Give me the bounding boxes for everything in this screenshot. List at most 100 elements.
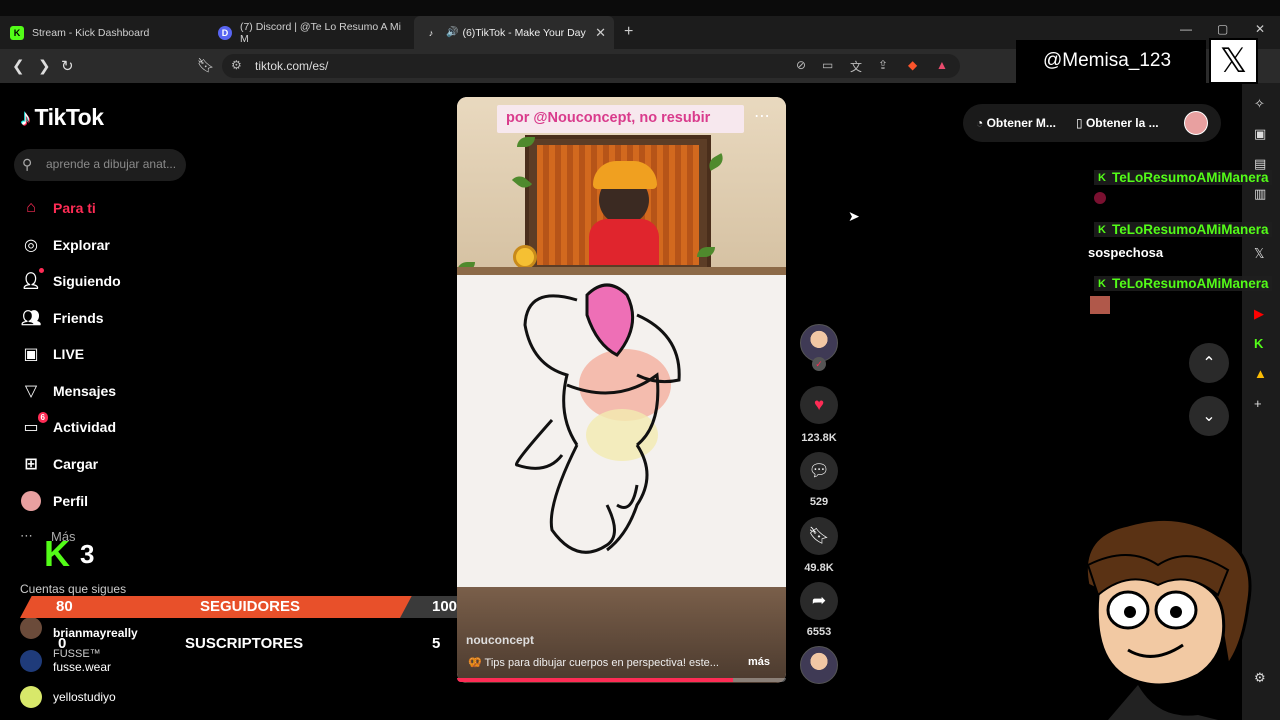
messages-icon: ▽ (24, 383, 38, 400)
tracking-icon[interactable]: ⊘ (796, 58, 806, 72)
home-icon: ⌂ (26, 199, 36, 216)
save-button[interactable]: 🔖︎ (800, 517, 838, 555)
search-input[interactable] (46, 157, 182, 171)
close-tab-icon[interactable]: ✕ (595, 25, 606, 41)
forward-button[interactable]: ❯ (38, 57, 51, 75)
media-icon[interactable]: ▣ (1254, 126, 1266, 142)
like-count: 123.8K (801, 432, 837, 444)
window-background (537, 145, 699, 265)
avatar (21, 491, 41, 511)
drive-icon[interactable]: ▲ (1254, 366, 1267, 381)
nav-explorar[interactable]: ◎ Explorar (20, 232, 110, 258)
person-shirt (589, 219, 659, 265)
following-item[interactable]: yellostudiyo (20, 686, 116, 708)
add-sidebar-icon[interactable]: + (1254, 396, 1262, 411)
followers-goal: 100 (432, 598, 458, 615)
kick-sidebar-icon[interactable]: K (1254, 336, 1263, 351)
tab-kick[interactable]: K Stream - Kick Dashboard (0, 16, 205, 49)
discord-favicon-icon: D (218, 25, 232, 40)
window-sill (457, 267, 786, 275)
reading-list-icon[interactable]: ▥ (1254, 186, 1266, 202)
video-author[interactable]: nouconcept (466, 633, 534, 647)
window-frame (525, 135, 711, 273)
chat-username-text: TeLoResumoAMiManera (1111, 276, 1269, 291)
mouse-cursor-icon: ➤ (848, 208, 860, 224)
kick-badge-icon: K (1098, 277, 1106, 290)
video-player[interactable] (457, 97, 786, 683)
nav-label: Siguiendo (53, 273, 121, 289)
avatar (20, 650, 42, 672)
search-icon[interactable]: ⚲ (22, 156, 32, 173)
site-info-icon[interactable]: ⚙ (231, 58, 242, 72)
nav-label: Mensajes (53, 383, 117, 399)
close-window-button[interactable]: ✕ (1255, 22, 1265, 36)
person-hat (593, 161, 657, 189)
tab-tiktok[interactable]: ♪ 🔊 (6)TikTok - Make Your Day ✕ (414, 16, 614, 49)
social-handle: @Memisa_123 (1043, 50, 1172, 71)
nav-label: Explorar (53, 237, 110, 253)
back-button[interactable]: ❮ (12, 57, 25, 75)
bookmark-icon: 🔖︎ (808, 526, 830, 545)
next-video-button[interactable]: ⌄ (1189, 396, 1229, 436)
share-count: 6553 (806, 626, 832, 638)
brave-rewards-icon[interactable]: ▲ (936, 58, 948, 72)
followers-current: 80 (56, 598, 73, 615)
title-bar (0, 0, 1280, 16)
streamer-cartoon-avatar (1084, 517, 1252, 720)
minimize-button[interactable]: — (1180, 22, 1192, 36)
translate-icon[interactable]: 文 (850, 58, 862, 75)
nav-live[interactable]: ▣ LIVE (20, 341, 84, 367)
previous-video-button[interactable]: ⌃ (1189, 343, 1229, 383)
nav-label: Perfil (53, 493, 89, 509)
nav-label: Friends (53, 310, 104, 326)
sound-avatar[interactable] (800, 646, 838, 684)
video-options-icon[interactable]: ⋯ (754, 106, 770, 126)
maximize-button[interactable]: ▢ (1217, 22, 1228, 36)
ellipsis-icon: ⋯ (20, 528, 33, 543)
get-coins-button[interactable]: ◔ Obtener M... (976, 116, 1056, 130)
avatar (20, 617, 42, 639)
logo-text: TikTok (34, 104, 105, 130)
video-more-link[interactable]: más (748, 656, 770, 668)
nav-label: LIVE (53, 346, 85, 362)
leo-icon[interactable]: ✧ (1254, 96, 1265, 112)
save-count: 49.8K (804, 562, 834, 574)
cast-icon[interactable]: ▭ (822, 58, 833, 72)
get-app-button[interactable]: ▯ Obtener la ... (1076, 116, 1159, 130)
video-caption: por @Nouconcept, no resubir (506, 110, 711, 126)
following-handle: fusse.wear (53, 660, 112, 674)
comment-icon: 💬︎ (808, 461, 830, 480)
nav-cargar[interactable]: ⊞ Cargar (20, 451, 98, 477)
like-button[interactable]: ♥ (800, 386, 838, 424)
video-description: 🥨 Tips para dibujar cuerpos en perspecti… (468, 657, 719, 669)
chat-emote (1090, 296, 1110, 314)
following-item[interactable]: brianmayreally (20, 616, 138, 640)
nav-perfil[interactable]: Perfil (20, 488, 88, 514)
upload-icon: ⊞ (24, 456, 38, 473)
drawing-illustration (514, 283, 681, 554)
share-icon[interactable]: ⇪ (878, 58, 888, 72)
speaker-icon: 🔊 (446, 27, 459, 38)
kick-favicon-icon: K (10, 25, 24, 40)
nav-friends[interactable]: 👥︎ Friends (20, 305, 104, 331)
followed-check-icon[interactable]: ✓ (812, 357, 826, 371)
nav-label: Para ti (53, 200, 96, 216)
profile-avatar[interactable] (1184, 111, 1208, 135)
tiktok-logo[interactable]: ♪ TikTok (20, 104, 104, 131)
url-text[interactable]: tiktok.com/es/ (255, 59, 328, 73)
new-tab-button[interactable]: + (624, 23, 633, 41)
x-sidebar-icon[interactable]: 𝕏 (1254, 246, 1264, 262)
nav-para-ti[interactable]: ⌂ Para ti (20, 195, 96, 221)
chevron-down-icon: ⌄ (1202, 408, 1216, 425)
reload-button[interactable]: ↻ (61, 57, 74, 75)
nav-mensajes[interactable]: ▽ Mensajes (20, 378, 116, 404)
share-button[interactable]: ➦ (800, 582, 838, 620)
youtube-icon[interactable]: ▶ (1254, 306, 1264, 322)
bookmark-icon[interactable]: 🔖︎ (197, 57, 215, 74)
nav-actividad[interactable]: ▭ 6 Actividad (20, 412, 116, 440)
brave-shield-icon[interactable]: ◆ (908, 58, 917, 72)
tab-discord[interactable]: D (7) Discord | @Te Lo Resumo A Mi M (208, 16, 412, 49)
comment-button[interactable]: 💬︎ (800, 452, 838, 490)
comment-count: 529 (809, 496, 829, 508)
nav-siguiendo[interactable]: 👤︎ Siguiendo (20, 268, 121, 294)
